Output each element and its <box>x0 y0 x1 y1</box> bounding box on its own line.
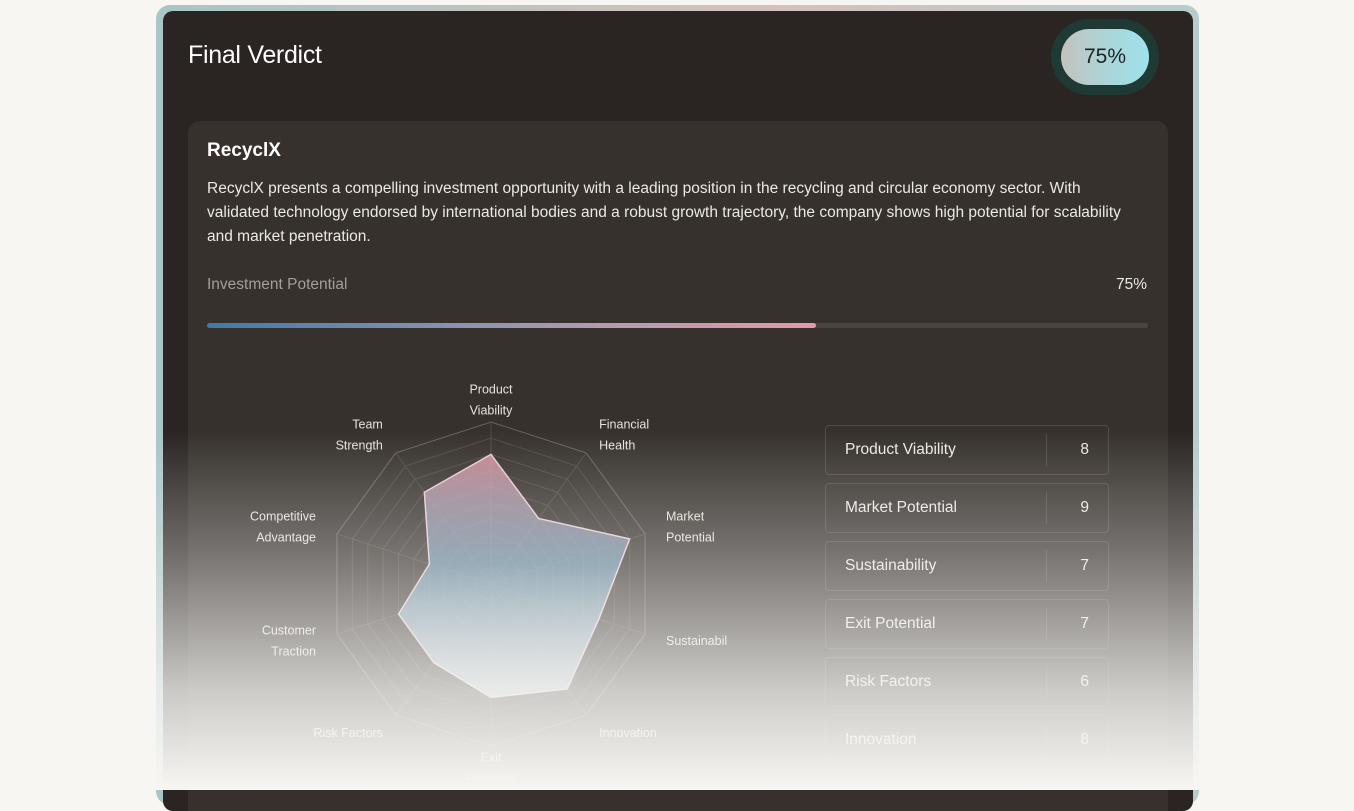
score-divider <box>1046 434 1047 466</box>
final-verdict-panel: Final Verdict 75% RecyclX RecyclX presen… <box>163 11 1193 811</box>
score-name: Innovation <box>845 731 917 748</box>
radar-axis-label: Financial Health <box>599 418 649 453</box>
company-name: RecyclX <box>207 140 281 161</box>
score-table: Product Viability 8 Market Potential 9 Susta… <box>825 425 1109 773</box>
score-badge: 75% <box>1061 29 1149 85</box>
radar-axis-label: Team Strength <box>336 418 383 453</box>
score-row: Product Viability 8 <box>825 425 1109 475</box>
radar-chart: Product Viability Financial Health Market Pot… <box>250 383 728 782</box>
score-row: Market Potential 9 <box>825 483 1109 533</box>
investment-potential-label: Investment Potential <box>207 276 348 293</box>
score-name: Sustainability <box>845 557 937 574</box>
radar-axis-label: Competitive Advantage <box>250 510 316 545</box>
score-value: 7 <box>1080 615 1089 632</box>
score-divider <box>1046 608 1047 640</box>
score-value: 8 <box>1080 441 1089 458</box>
score-row: Exit Potential 7 <box>825 599 1109 649</box>
score-divider <box>1046 724 1047 756</box>
radar-axis-label: Product Viability <box>469 383 513 418</box>
radar-axis-label: Customer Traction <box>262 623 316 658</box>
score-divider <box>1046 666 1047 698</box>
score-name: Product Viability <box>845 441 956 458</box>
score-name: Market Potential <box>845 499 957 516</box>
radar-axis-label: Market Potential <box>666 510 715 545</box>
radar-axis-label: Innovation <box>599 726 657 740</box>
score-value: 8 <box>1080 731 1089 748</box>
score-name: Risk Factors <box>845 673 932 690</box>
radar-axis-label: Exit Potential <box>467 751 516 782</box>
radar-axis-label: Risk Factors <box>313 726 382 740</box>
score-divider <box>1046 492 1047 524</box>
score-row: Sustainability 7 <box>825 541 1109 591</box>
score-row: Innovation 8 <box>825 715 1109 765</box>
score-name: Exit Potential <box>845 615 936 632</box>
company-description: RecyclX presents a compelling investment… <box>207 180 1121 245</box>
investment-potential-value: 75% <box>1115 276 1147 293</box>
company-card: RecyclX RecyclX presents a compelling in… <box>188 121 1168 811</box>
score-row: Risk Factors 6 <box>825 657 1109 707</box>
score-value: 7 <box>1080 557 1089 574</box>
page-title: Final Verdict <box>188 41 322 69</box>
score-value: 9 <box>1080 499 1089 516</box>
investment-progress-fill <box>207 323 816 328</box>
investment-progress-track <box>207 323 1148 328</box>
score-value: 6 <box>1080 673 1089 690</box>
score-divider <box>1046 550 1047 582</box>
radar-axis-label: Sustainability <box>666 634 728 648</box>
